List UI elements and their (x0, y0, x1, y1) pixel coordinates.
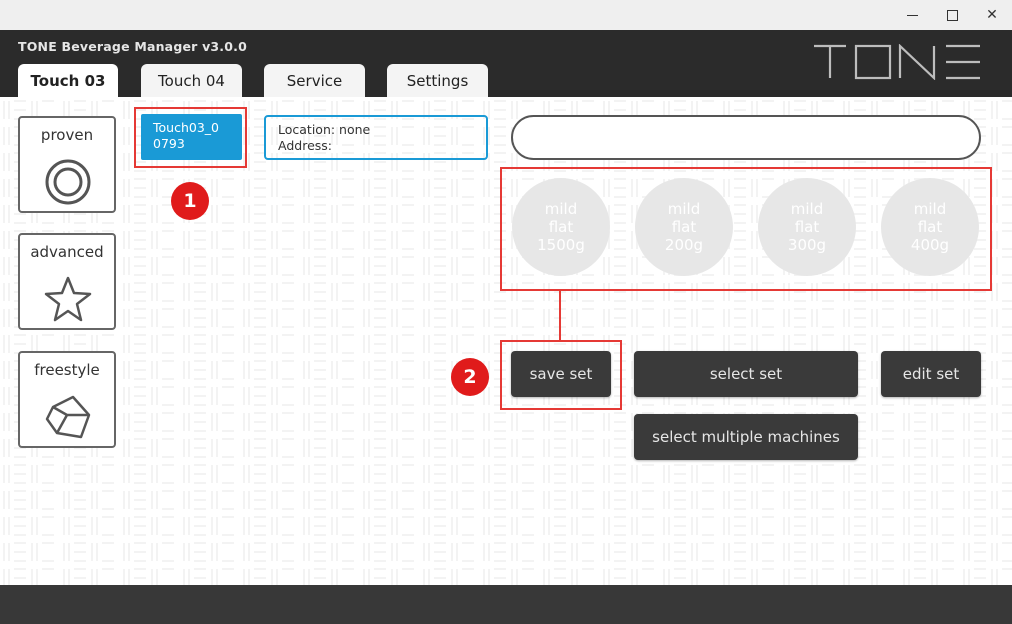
mode-label: advanced (30, 243, 104, 261)
app-header: TONE Beverage Manager v3.0.0 Touch 03 To… (0, 30, 1012, 98)
polyhedron-icon (45, 395, 91, 439)
badge-number: 1 (183, 190, 197, 212)
select-set-button[interactable]: select set (634, 351, 858, 397)
annotation-box-save-set (500, 340, 622, 410)
window-titlebar: ✕ (0, 0, 1012, 31)
badge-number: 2 (463, 366, 477, 388)
edit-set-button[interactable]: edit set (881, 351, 981, 397)
tab-label: Touch 04 (158, 72, 225, 90)
tab-service[interactable]: Service (264, 64, 365, 98)
set-name-field[interactable] (511, 115, 981, 160)
mode-proven[interactable]: proven (18, 116, 116, 213)
minimize-icon[interactable] (892, 0, 932, 30)
tone-logo (814, 44, 980, 80)
address-label: Address: (278, 138, 332, 153)
annotation-connector (559, 290, 561, 341)
tab-label: Service (286, 72, 343, 90)
close-icon[interactable]: ✕ (972, 0, 1012, 30)
mode-label: freestyle (34, 361, 100, 379)
annotation-box-machine (134, 107, 247, 168)
app-title: TONE Beverage Manager v3.0.0 (18, 39, 248, 54)
tab-label: Touch 03 (30, 72, 106, 90)
annotation-badge-1: 1 (171, 182, 209, 220)
button-label: select set (709, 365, 783, 383)
mode-advanced[interactable]: advanced (18, 233, 116, 330)
tab-touch-03[interactable]: Touch 03 (18, 64, 118, 98)
button-label: edit set (902, 365, 960, 383)
tab-touch-04[interactable]: Touch 04 (141, 64, 242, 98)
mode-freestyle[interactable]: freestyle (18, 351, 116, 448)
maximize-icon[interactable] (932, 0, 972, 30)
annotation-box-drinks (500, 167, 992, 291)
annotation-badge-2: 2 (451, 358, 489, 396)
footer-bar (0, 585, 1012, 624)
mode-label: proven (40, 126, 94, 144)
tab-settings[interactable]: Settings (387, 64, 488, 98)
location-info-box: Location: none Address: (264, 115, 488, 160)
target-icon (45, 159, 91, 205)
star-icon (44, 276, 92, 322)
tab-label: Settings (406, 72, 469, 90)
location-label: Location: none (278, 122, 371, 137)
button-label: select multiple machines (652, 428, 840, 446)
select-multiple-machines-button[interactable]: select multiple machines (634, 414, 858, 460)
